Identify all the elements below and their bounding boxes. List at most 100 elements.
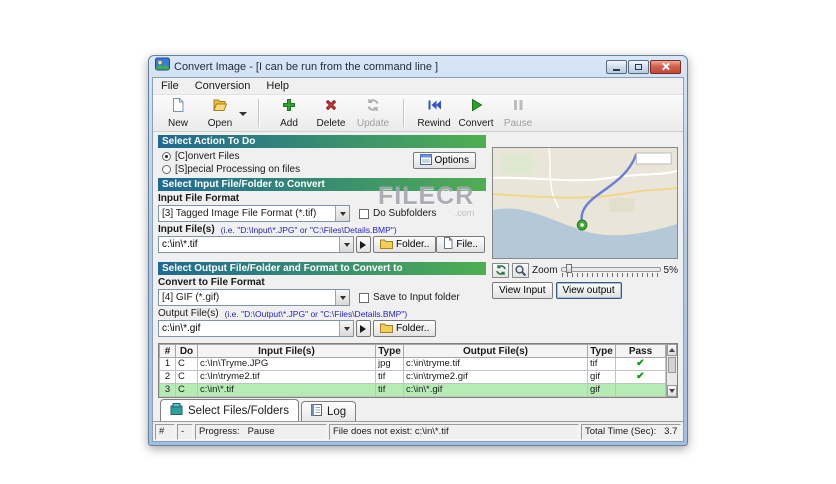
tab-select-files-folders[interactable]: Select Files/Folders [160,399,299,421]
cell-input: c:\in\*.tif [197,383,376,397]
col-output-type[interactable]: Type [587,344,616,358]
open-dropdown-arrow-icon[interactable] [239,112,247,120]
output-apply-button[interactable] [356,320,371,337]
input-folder-button-label: Folder.. [396,239,430,250]
cell-do: C [175,370,198,384]
view-input-button[interactable]: View Input [492,282,553,299]
table-row[interactable]: 2 C c:\In\tryme2.tif tif c:\in\tryme2.gi… [159,370,666,384]
col-pass[interactable]: Pass [615,344,666,358]
status-row-indicator: # [155,424,175,440]
new-button-label: New [167,118,188,129]
col-do[interactable]: Do [175,344,198,358]
zoom-slider-thumb[interactable] [565,263,572,273]
tab-log[interactable]: Log [300,401,357,421]
output-folder-button[interactable]: Folder.. [373,320,437,337]
zoom-slider[interactable] [560,263,661,277]
new-button[interactable]: New [157,96,199,130]
cell-input-type: jpg [375,357,404,371]
radio-unselected-icon [162,164,171,174]
checkbox-icon [359,292,369,303]
options-button-label: Options [434,155,469,166]
minimize-button[interactable] [606,59,627,74]
menu-help[interactable]: Help [258,79,297,93]
combo-dropdown-icon[interactable] [335,206,349,221]
col-output-files[interactable]: Output File(s) [403,344,588,358]
status-sub-indicator: - [177,424,193,440]
view-output-button[interactable]: View output [555,282,622,299]
map-image [493,148,677,258]
combo-dropdown-icon[interactable] [339,321,353,336]
cell-output-type: tif [587,357,616,371]
magnifier-icon [515,264,527,276]
menu-file[interactable]: File [153,79,187,93]
update-button[interactable]: Update [352,96,394,130]
maximize-button[interactable] [628,59,649,74]
col-num[interactable]: # [159,344,176,358]
desktop: Convert Image - [I can be run from the c… [0,0,836,484]
arrow-down-icon [669,389,675,396]
table-row-selected[interactable]: 3 C c:\in\*.tif tif c:\in\*.gif gif [159,383,666,397]
input-format-value: [3] Tagged Image File Format (*.tif) [162,208,317,219]
close-button[interactable] [650,59,681,74]
menu-conversion[interactable]: Conversion [187,79,259,93]
delete-button-label: Delete [316,118,346,129]
rewind-button[interactable]: Rewind [413,96,455,130]
action-section: [C]onvert Files [S]pecial Processing on … [158,150,486,175]
scroll-down-button[interactable] [667,385,677,397]
output-files-field[interactable] [159,323,339,334]
open-button[interactable]: Open [199,96,241,130]
options-button[interactable]: Options [412,152,476,169]
convert-button-label: Convert [458,118,494,129]
scrollbar-thumb[interactable] [668,357,676,373]
delete-button[interactable]: Delete [310,96,352,130]
settings-panel: Select Action To Do [C]onvert Files [S]p… [158,135,486,338]
scroll-up-button[interactable] [667,344,677,356]
output-section-header: Select Output File/Folder and Format to … [158,262,486,275]
cell-input: c:\In\tryme2.tif [197,370,376,384]
convert-button[interactable]: Convert [455,96,497,130]
maximize-icon [635,63,642,70]
map-preview[interactable] [492,147,678,259]
folder-icon [380,322,393,336]
cell-pass-check-icon: ✔ [615,370,666,384]
input-format-combo[interactable]: [3] Tagged Image File Format (*.tif) [158,205,350,222]
update-icon [365,97,381,118]
input-apply-button[interactable] [356,236,371,253]
files-tab-icon [170,403,183,418]
combo-dropdown-icon[interactable] [339,237,353,252]
action-section-header: Select Action To Do [158,135,486,148]
grid-scrollbar[interactable] [666,344,677,397]
output-format-combo[interactable]: [4] GIF (*.gif) [158,289,350,306]
input-folder-button[interactable]: Folder.. [373,236,437,253]
cell-pass-check-icon: ✔ [615,357,666,371]
col-input-files[interactable]: Input File(s) [197,344,376,358]
pause-button[interactable]: Pause [497,96,539,130]
add-button[interactable]: Add [268,96,310,130]
titlebar: Convert Image - [I can be run from the c… [152,56,684,77]
input-format-label: Input File Format [158,193,240,204]
save-to-input-checkbox[interactable]: Save to Input folder [359,292,460,303]
zoom-label: Zoom [532,264,558,276]
log-tab-icon [310,404,322,419]
magnifier-button[interactable] [512,262,529,278]
input-files-field[interactable] [159,239,339,250]
menubar: File Conversion Help [153,78,683,95]
combo-dropdown-icon[interactable] [335,290,349,305]
col-input-type[interactable]: Type [375,344,404,358]
output-files-label: Output File(s) [158,308,219,319]
pause-button-label: Pause [503,118,533,129]
cell-output: c:\in\*.gif [403,383,588,397]
input-section-header: Select Input File/Folder to Convert [158,178,486,191]
input-file-button[interactable]: File.. [436,236,486,253]
do-subfolders-label: Do Subfolders [373,208,437,219]
save-to-input-label: Save to Input folder [373,292,460,303]
refresh-preview-button[interactable] [492,262,509,278]
rewind-button-label: Rewind [417,118,451,129]
input-files-combo [158,236,354,253]
cell-do: C [175,383,198,397]
main-content: Select Action To Do [C]onvert Files [S]p… [153,132,683,340]
arrow-up-icon [669,345,675,352]
tab-log-label: Log [326,405,347,418]
table-row[interactable]: 1 C c:\In\Tryme.JPG jpg c:\in\tryme.tif … [159,357,666,371]
do-subfolders-checkbox[interactable]: Do Subfolders [359,208,436,219]
